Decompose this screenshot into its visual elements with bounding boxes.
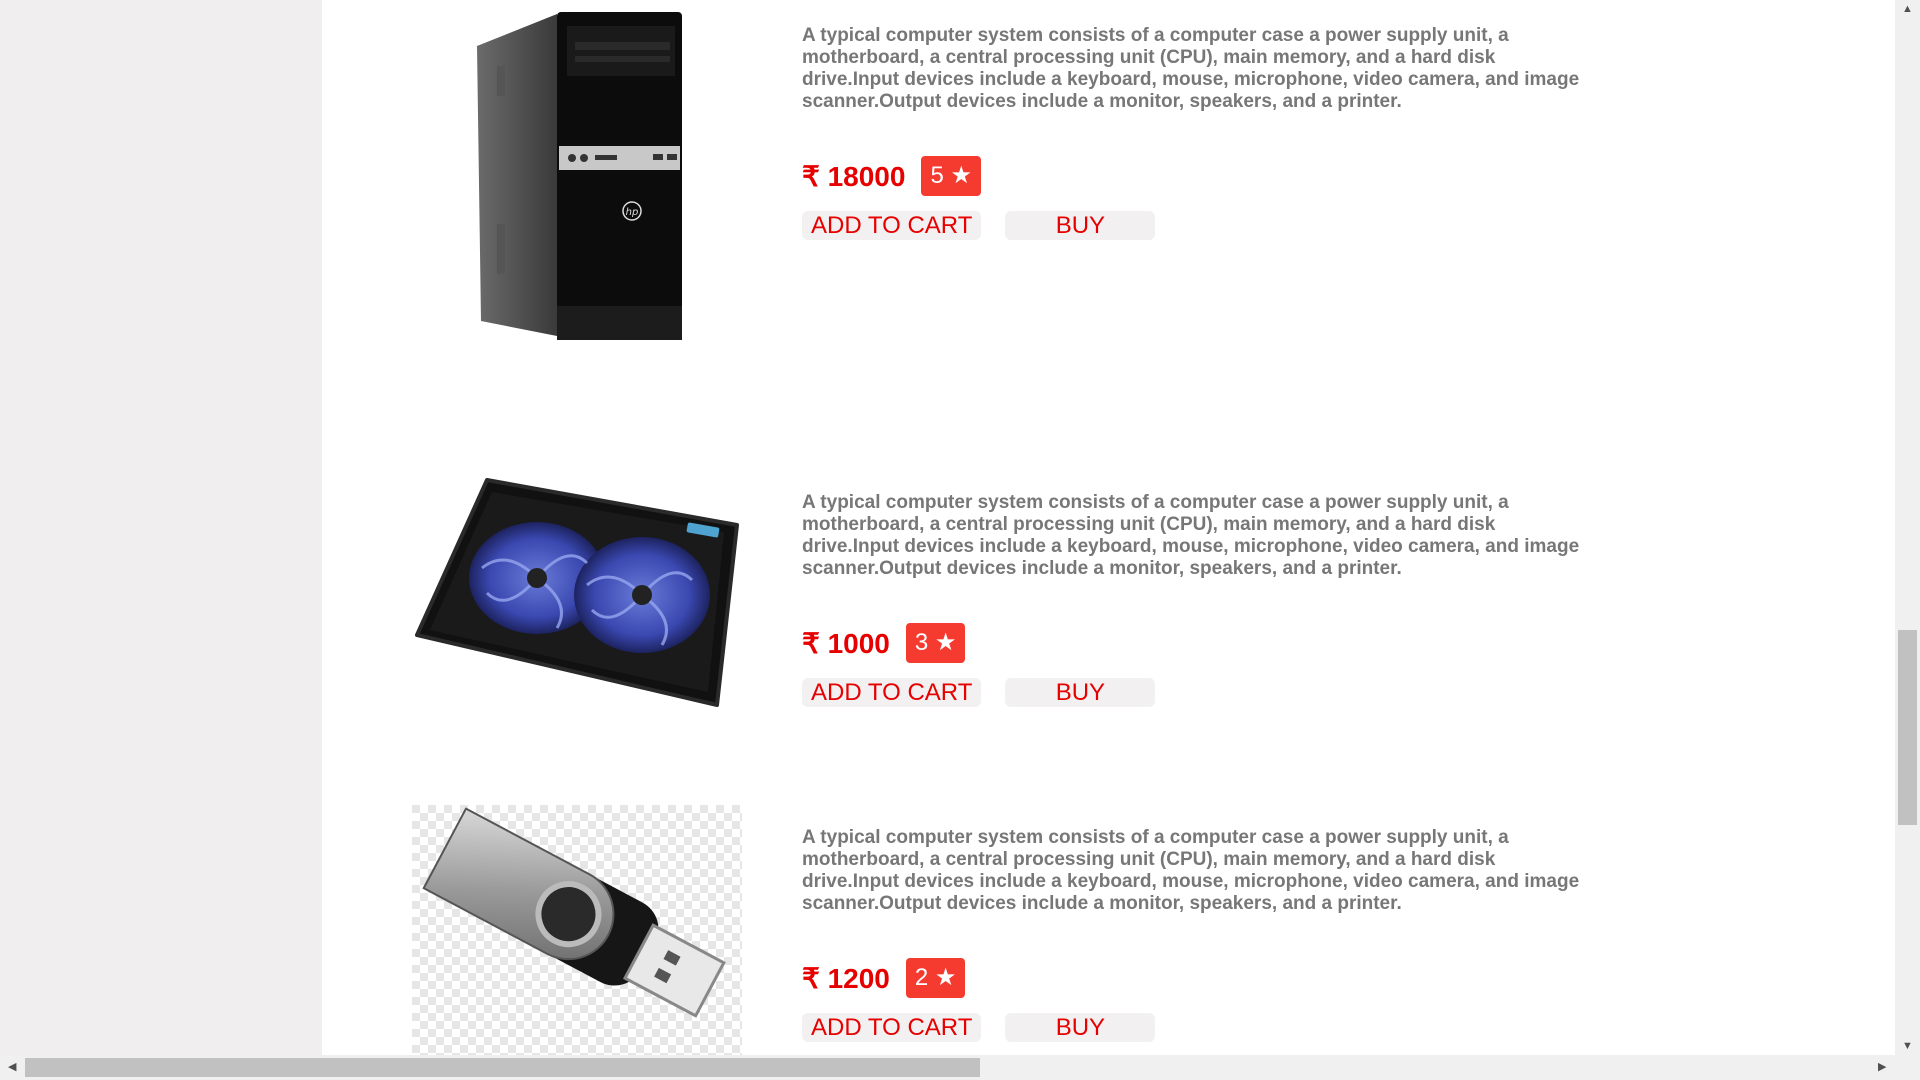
cooling-pad-icon	[415, 478, 739, 707]
product-price: ₹ 1000	[802, 627, 890, 659]
vertical-scrollbar[interactable]: ▲ ▼	[1895, 0, 1920, 1055]
product-info: A typical computer system consists of a …	[802, 492, 1602, 707]
scroll-right-icon[interactable]: ▶	[1878, 1060, 1886, 1073]
product-description: A typical computer system consists of a …	[802, 492, 1580, 579]
svg-text:hp: hp	[626, 207, 639, 218]
horizontal-scrollbar[interactable]: ◀ ▶	[0, 1055, 1920, 1080]
add-to-cart-button[interactable]: ADD TO CART	[802, 678, 982, 707]
desktop-tower-icon: hp	[477, 12, 682, 340]
product-info: A typical computer system consists of a …	[802, 25, 1602, 240]
product-image	[412, 805, 742, 1055]
horizontal-scroll-thumb[interactable]	[25, 1058, 980, 1077]
scroll-left-icon[interactable]: ◀	[8, 1060, 16, 1073]
vertical-scroll-thumb[interactable]	[1898, 630, 1917, 825]
buy-button[interactable]: BUY	[1005, 211, 1156, 240]
product-description: A typical computer system consists of a …	[802, 25, 1580, 112]
product-description: A typical computer system consists of a …	[802, 827, 1580, 914]
product-image	[412, 470, 742, 710]
product-list: hp A typical computer system consists of…	[322, 0, 1895, 1055]
scroll-up-icon[interactable]: ▲	[1895, 3, 1920, 15]
add-to-cart-button[interactable]: ADD TO CART	[802, 1013, 982, 1042]
rating-badge: 3 ★	[905, 623, 966, 663]
product-image: hp	[412, 6, 742, 346]
product-price: ₹ 1200	[802, 962, 890, 994]
buy-button[interactable]: BUY	[1005, 1013, 1156, 1042]
usb-drive-icon	[412, 805, 742, 1055]
product-price: ₹ 18000	[802, 160, 906, 192]
buy-button[interactable]: BUY	[1005, 678, 1156, 707]
scroll-down-icon[interactable]: ▼	[1895, 1040, 1920, 1052]
product-info: A typical computer system consists of a …	[802, 827, 1602, 1042]
rating-badge: 5 ★	[921, 156, 981, 196]
add-to-cart-button[interactable]: ADD TO CART	[802, 211, 982, 240]
rating-badge: 2 ★	[905, 958, 966, 998]
